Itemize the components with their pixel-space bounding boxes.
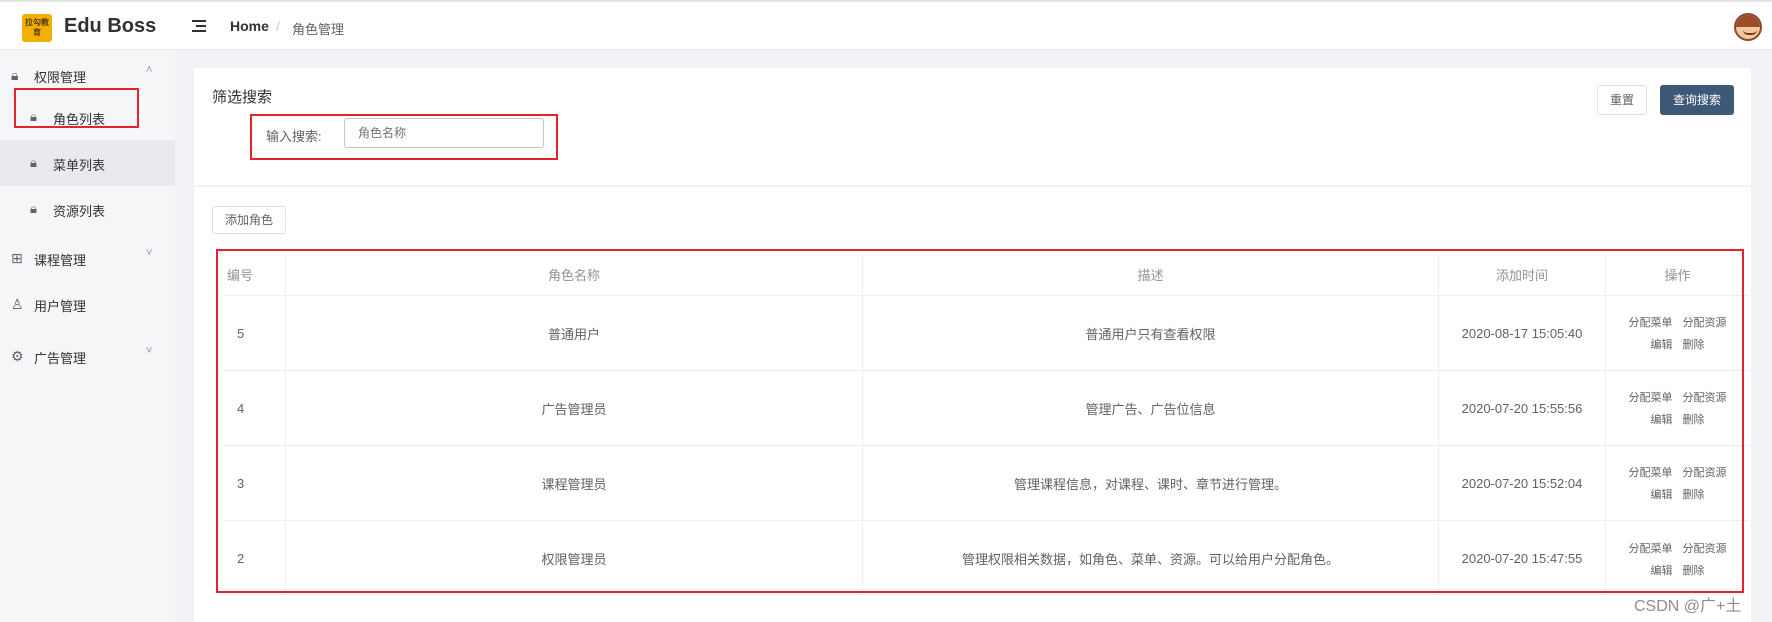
annotation-box-search: [250, 114, 558, 160]
lock-icon: 🔒︎: [11, 67, 19, 83]
lock-icon: 🔒︎: [30, 155, 37, 170]
sidebar-item-menu-list[interactable]: 🔒︎ 菜单列表: [0, 140, 175, 186]
sidebar-group-label: 广告管理: [34, 351, 87, 366]
sidebar-item-label: 菜单列表: [53, 158, 106, 173]
sidebar-group-ads[interactable]: ⚙︎ 广告管理 ˅: [0, 331, 175, 381]
breadcrumb-current: 角色管理: [292, 22, 345, 37]
user-icon: ♙: [11, 296, 24, 312]
annotation-box-sidebar: [14, 88, 139, 128]
menu-toggle-bar: [192, 20, 206, 22]
logo: 拉勾教育: [22, 14, 52, 42]
sidebar-group-label: 权限管理: [34, 70, 87, 85]
top-bar: 拉勾教育 Edu Boss Home / 角色管理: [0, 0, 1772, 50]
reset-button[interactable]: 重置: [1597, 85, 1647, 115]
menu-toggle-bar: [192, 30, 206, 32]
filter-title: 筛选搜索: [212, 89, 273, 106]
sidebar-item-label: 资源列表: [53, 204, 106, 219]
breadcrumb-home[interactable]: Home: [230, 18, 269, 34]
watermark: CSDN @广+土: [1634, 598, 1742, 615]
avatar[interactable]: [1734, 13, 1762, 41]
sidebar-group-users[interactable]: ♙ 用户管理: [0, 279, 175, 329]
menu-toggle-icon[interactable]: [192, 20, 206, 32]
chevron-up-icon: ˄: [146, 64, 153, 76]
lock-icon: 🔒︎: [30, 201, 37, 216]
gear-icon: ⚙︎: [11, 348, 24, 364]
sidebar-item-resource-list[interactable]: 🔒︎ 资源列表: [0, 186, 175, 232]
grid-icon: ⊞: [11, 250, 23, 266]
app-title: Edu Boss: [64, 15, 157, 37]
chevron-down-icon: ˅: [146, 247, 153, 259]
app-root: 拉勾教育 Edu Boss Home / 角色管理 🔒︎ 权限管理 ˄ 🔒︎ 角…: [0, 0, 1772, 622]
add-role-button[interactable]: 添加角色: [212, 206, 286, 234]
search-button[interactable]: 查询搜索: [1660, 85, 1734, 115]
breadcrumb-separator: /: [276, 18, 280, 34]
annotation-box-table: [216, 249, 1744, 593]
chevron-down-icon: ˅: [146, 345, 153, 357]
sidebar-group-courses[interactable]: ⊞ 课程管理 ˅: [0, 233, 175, 283]
sidebar: 🔒︎ 权限管理 ˄ 🔒︎ 角色列表 🔒︎ 菜单列表 🔒︎ 资源列表 ⊞ 课程管理…: [0, 50, 175, 622]
sidebar-group-label: 课程管理: [34, 253, 87, 268]
menu-toggle-bar: [196, 25, 206, 27]
sidebar-group-label: 用户管理: [34, 299, 87, 314]
